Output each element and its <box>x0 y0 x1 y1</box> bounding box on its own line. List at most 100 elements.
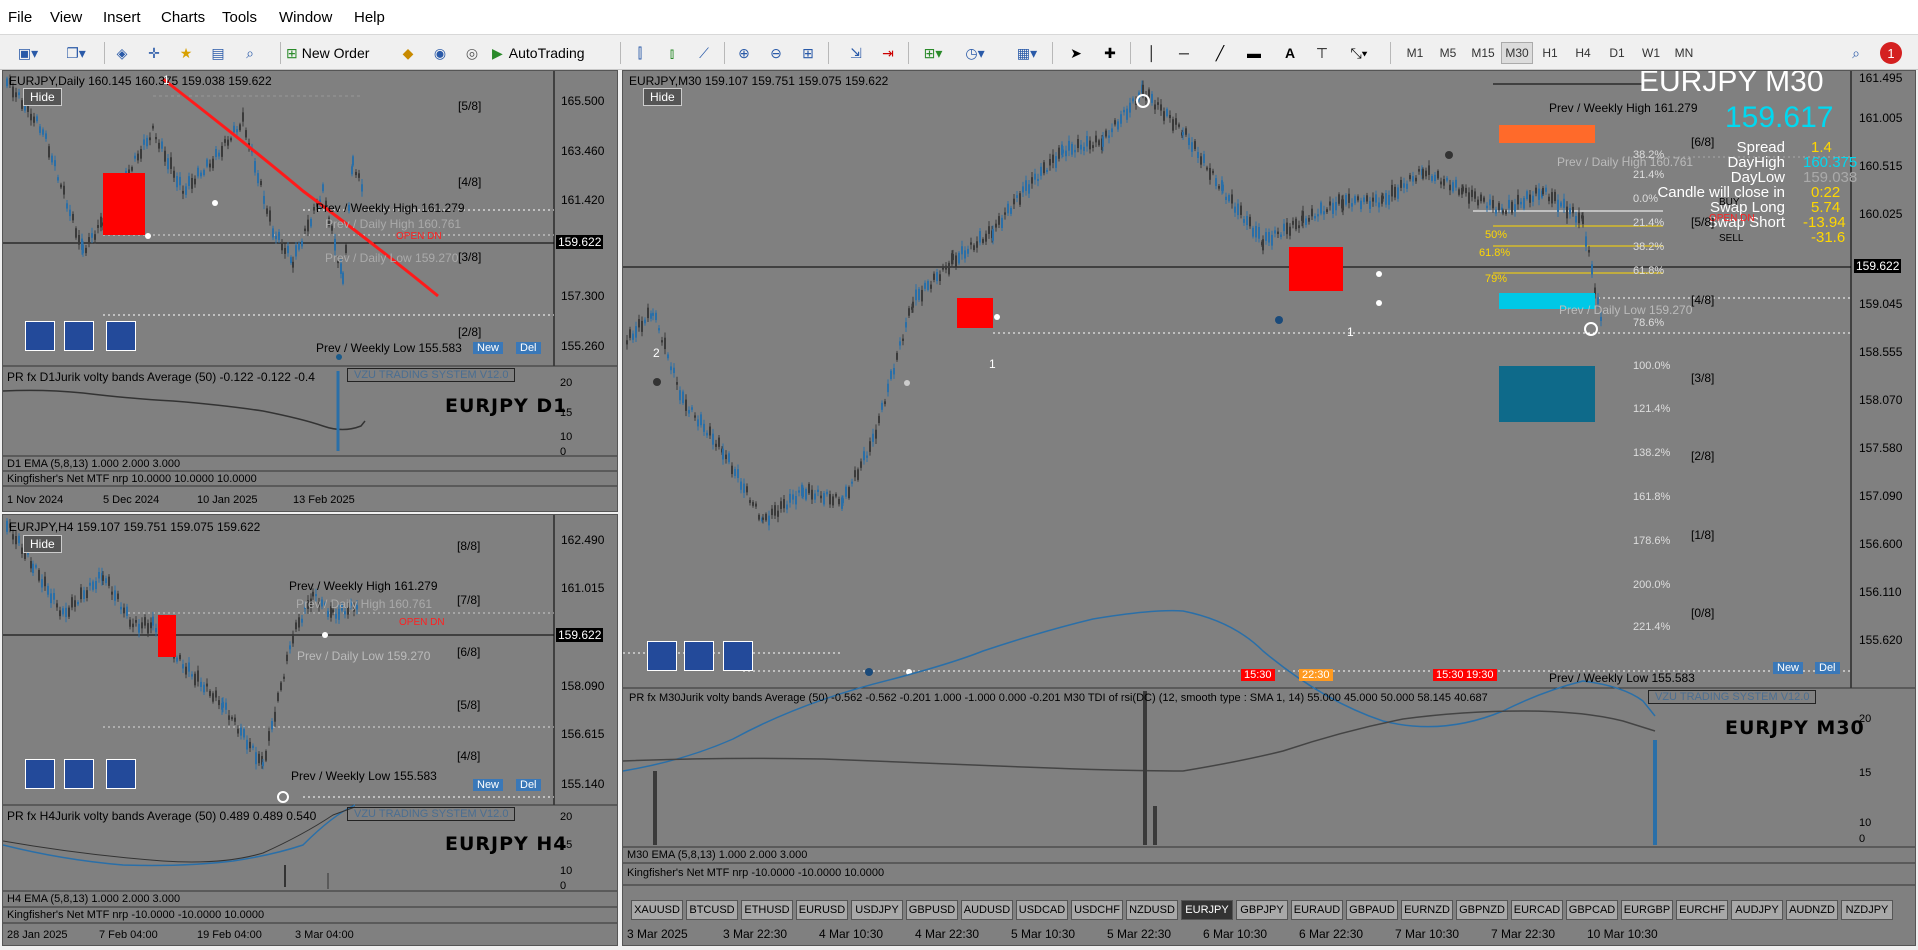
link-tool-icon[interactable] <box>684 641 714 671</box>
link-tool-icon[interactable] <box>64 321 94 351</box>
bar-chart-icon[interactable]: ⫿ <box>628 41 652 65</box>
menu-charts[interactable]: Charts <box>161 9 205 26</box>
tf-m15[interactable]: M15 <box>1467 42 1499 64</box>
autotrading-button[interactable]: ▶ AutoTrading <box>492 41 612 65</box>
new-order-button[interactable]: ⊞ New Order <box>286 41 390 65</box>
menu-view[interactable]: View <box>50 9 82 26</box>
tf-d1[interactable]: D1 <box>1604 42 1630 64</box>
signals-icon[interactable]: ◉ <box>428 41 452 65</box>
symbol-tab[interactable]: EURAUD <box>1291 900 1343 920</box>
menu-help[interactable]: Help <box>354 9 385 26</box>
text-icon[interactable]: A <box>1278 41 1302 65</box>
symbol-tab[interactable]: ETHUSD <box>741 900 793 920</box>
chart-window-m30[interactable]: EURJPY,M30 159.107 159.751 159.075 159.6… <box>622 70 1916 946</box>
tf-m5[interactable]: M5 <box>1435 42 1461 64</box>
line-chart-icon[interactable]: ⟋ <box>692 41 716 65</box>
symbol-tab[interactable]: USDCAD <box>1016 900 1068 920</box>
symbol-tab[interactable]: USDJPY <box>851 900 903 920</box>
candlestick-icon[interactable]: ⫾ <box>660 41 684 65</box>
link-tool-icon[interactable] <box>64 759 94 789</box>
wave-label: 1 <box>163 73 170 87</box>
tf-mn[interactable]: MN <box>1670 42 1698 64</box>
navigator-icon[interactable]: ★ <box>174 41 198 65</box>
trendline-icon[interactable]: ╱ <box>1208 41 1232 65</box>
indicators-icon[interactable]: ⊞▾ <box>916 41 950 65</box>
zoom-out-icon[interactable]: ⊖ <box>764 41 788 65</box>
del-button[interactable]: Del <box>1815 662 1840 674</box>
symbol-tab[interactable]: BTCUSD <box>686 900 738 920</box>
vertical-line-icon[interactable]: │ <box>1140 41 1164 65</box>
symbol-tab[interactable]: GBPNZD <box>1456 900 1508 920</box>
periods-icon[interactable]: ◷▾ <box>958 41 992 65</box>
symbol-tab[interactable]: GBPAUD <box>1346 900 1398 920</box>
metaeditor-icon[interactable]: ◆ <box>396 41 420 65</box>
del-button[interactable]: Del <box>516 342 541 354</box>
arrows-icon[interactable]: ⤡▾ <box>1342 41 1376 65</box>
tf-m1[interactable]: M1 <box>1402 42 1428 64</box>
symbol-tab[interactable]: GBPJPY <box>1236 900 1288 920</box>
symbol-tab[interactable]: USDCHF <box>1071 900 1123 920</box>
chart-tool-icon[interactable] <box>106 321 136 351</box>
tf-h4[interactable]: H4 <box>1570 42 1596 64</box>
symbol-tab[interactable]: XAUUSD <box>631 900 683 920</box>
new-button[interactable]: New <box>473 779 504 791</box>
weekly-low-label: Prev / Weekly Low 155.583 <box>1549 671 1695 685</box>
templates-icon[interactable]: ▦▾ <box>1010 41 1044 65</box>
menu-tools[interactable]: Tools <box>222 9 257 26</box>
crosshair-icon[interactable]: ✚ <box>1098 41 1122 65</box>
symbol-tab[interactable]: EURJPY <box>1181 900 1233 920</box>
hide-button[interactable]: Hide <box>643 88 682 106</box>
symbol-tab[interactable]: EURCAD <box>1511 900 1563 920</box>
new-chart-icon[interactable]: ▣▾ <box>8 41 48 65</box>
symbol-tab[interactable]: EURGBP <box>1621 900 1673 920</box>
notification-badge[interactable]: 1 <box>1880 42 1902 64</box>
symbol-tab[interactable]: EURUSD <box>796 900 848 920</box>
tf-h1[interactable]: H1 <box>1537 42 1563 64</box>
menu-window[interactable]: Window <box>279 9 332 26</box>
candle <box>344 611 346 615</box>
channel-icon[interactable]: ▬ <box>1242 41 1266 65</box>
crosshair-tool-icon[interactable] <box>647 641 677 671</box>
data-window-icon[interactable]: ✛ <box>142 41 166 65</box>
menu-file[interactable]: File <box>8 9 32 26</box>
profiles-icon[interactable]: ❐▾ <box>56 41 96 65</box>
symbol-tab[interactable]: NZDUSD <box>1126 900 1178 920</box>
chart-window-d1[interactable]: EURJPY,Daily 160.145 160.375 159.038 159… <box>2 70 618 512</box>
del-button[interactable]: Del <box>516 779 541 791</box>
symbol-tab[interactable]: EURNZD <box>1401 900 1453 920</box>
search-icon[interactable]: ⌕ <box>1844 41 1868 65</box>
new-button[interactable]: New <box>1773 662 1804 674</box>
chart-window-h4[interactable]: EURJPY,H4 159.107 159.751 159.075 159.62… <box>2 514 618 946</box>
symbol-tab[interactable]: NZDJPY <box>1841 900 1893 920</box>
tf-m30[interactable]: M30 <box>1501 42 1533 64</box>
hide-button[interactable]: Hide <box>23 88 62 106</box>
tile-windows-icon[interactable]: ⊞ <box>796 41 820 65</box>
text-label-icon[interactable]: ⊤ <box>1310 41 1334 65</box>
auto-scroll-icon[interactable]: ⇲ <box>844 41 868 65</box>
symbol-tab[interactable]: AUDJPY <box>1731 900 1783 920</box>
tf-w1[interactable]: W1 <box>1637 42 1665 64</box>
market-icon[interactable]: ◎ <box>460 41 484 65</box>
candle <box>1486 205 1488 209</box>
chart-tool-icon[interactable] <box>106 759 136 789</box>
symbol-tab[interactable]: AUDUSD <box>961 900 1013 920</box>
crosshair-tool-icon[interactable] <box>25 759 55 789</box>
date-tick: 7 Mar 10:30 <box>1395 927 1460 941</box>
market-watch-icon[interactable]: ◈ <box>110 41 134 65</box>
chart-tool-icon[interactable] <box>723 641 753 671</box>
horizontal-line-icon[interactable]: ─ <box>1172 41 1196 65</box>
symbol-tab[interactable]: AUDNZD <box>1786 900 1838 920</box>
crosshair-tool-icon[interactable] <box>25 321 55 351</box>
menu-insert[interactable]: Insert <box>103 9 141 26</box>
symbol-tab[interactable]: GBPCAD <box>1566 900 1618 920</box>
symbol-tab[interactable]: GBPUSD <box>906 900 958 920</box>
cursor-icon[interactable]: ➤ <box>1064 41 1088 65</box>
chart-shift-icon[interactable]: ⇥ <box>876 41 900 65</box>
zoom-in-icon[interactable]: ⊕ <box>732 41 756 65</box>
hide-button[interactable]: Hide <box>23 535 62 553</box>
strategy-tester-icon[interactable]: ⌕ <box>238 41 262 65</box>
new-button[interactable]: New <box>473 342 504 354</box>
candle <box>298 617 300 628</box>
terminal-icon[interactable]: ▤ <box>206 41 230 65</box>
symbol-tab[interactable]: EURCHF <box>1676 900 1728 920</box>
